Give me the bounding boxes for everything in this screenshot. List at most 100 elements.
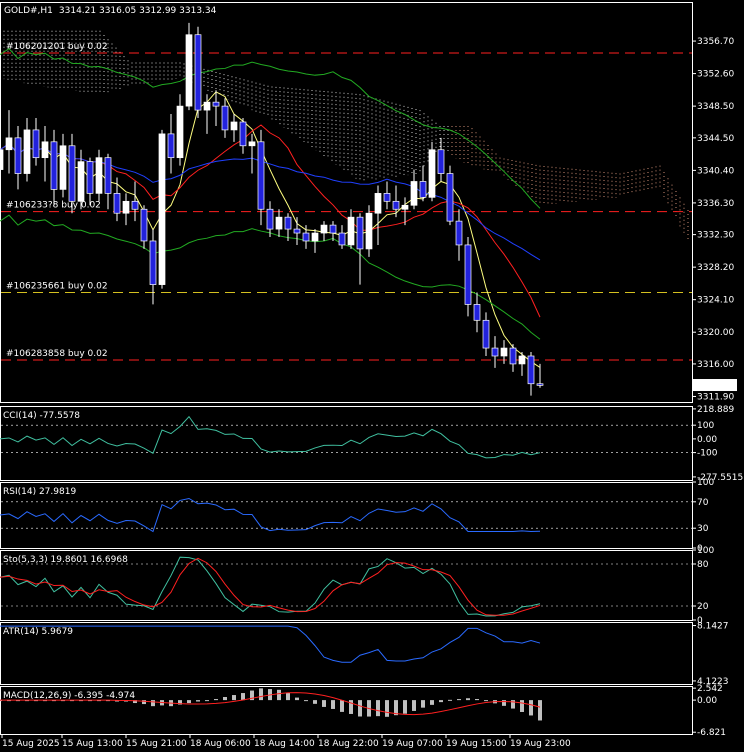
stoch-title: Sto(5,3,3) 19.8601 16.6968 xyxy=(3,555,128,565)
macd-histogram-bar xyxy=(205,700,209,702)
macd-histogram-bar xyxy=(394,700,398,716)
rsi-title: RSI(14) 27.9819 xyxy=(3,487,76,497)
macd-histogram-bar xyxy=(331,700,335,709)
macd-histogram-bar xyxy=(430,700,434,705)
candle-bull xyxy=(275,216,283,230)
candle-bull xyxy=(185,34,193,107)
candle-bear xyxy=(113,193,121,214)
macd-histogram-bar xyxy=(421,700,425,708)
candle-bear xyxy=(482,319,490,349)
cci-title: CCI(14) -77.5578 xyxy=(3,411,80,421)
macd-histogram-bar xyxy=(304,700,308,702)
candle-bull xyxy=(311,232,319,242)
macd-histogram-bar xyxy=(241,693,245,701)
macd-histogram-bar xyxy=(286,692,290,701)
macd-histogram-bar xyxy=(358,700,362,717)
candle-bear xyxy=(419,181,427,198)
candle-bull xyxy=(176,105,184,159)
macd-histogram-bar xyxy=(340,700,344,712)
price-tick-label: 3340.40 xyxy=(697,166,734,176)
current-price-label: 3313.34 xyxy=(697,382,734,392)
macd-histogram-bar xyxy=(322,700,326,707)
candle-bull xyxy=(410,181,418,206)
macd-histogram-bar xyxy=(151,700,155,707)
candle-bear xyxy=(86,161,94,194)
candle-bull xyxy=(41,141,49,159)
price-tick-label: 3311.90 xyxy=(697,392,734,402)
macd-histogram-bar xyxy=(223,697,227,701)
price-tick-label: 3348.50 xyxy=(697,102,734,112)
time-tick-label: 15 Aug 21:00 xyxy=(126,739,187,749)
macd-histogram-bar xyxy=(448,699,452,701)
macd-histogram-bar xyxy=(196,700,200,702)
candle-bear xyxy=(383,193,391,202)
sub-panels: 218.8891000.00-100-277.5515CCI(14) -77.5… xyxy=(0,405,743,738)
macd-histogram-bar xyxy=(295,697,299,701)
time-tick-label: 18 Aug 22:00 xyxy=(318,739,379,749)
cci-tick-label: 218.889 xyxy=(697,405,734,415)
cci-tick-label: 100 xyxy=(697,421,714,431)
macd-histogram-bar xyxy=(385,700,389,717)
candle-bull xyxy=(500,347,508,357)
candle-bear xyxy=(239,121,247,147)
price-axis: 3356.70 3352.60 3348.50 3344.50 3340.40 3336.… xyxy=(692,37,737,402)
candle-bull xyxy=(518,355,526,365)
stoch-tick-label: 80 xyxy=(697,560,709,570)
candle-bull xyxy=(401,204,409,210)
candle-bull xyxy=(59,145,67,190)
candle-bear xyxy=(221,105,229,131)
macd-histogram-bar xyxy=(520,700,524,712)
candle-bear xyxy=(464,244,472,305)
candle-bear xyxy=(527,355,535,385)
candle-bear xyxy=(14,137,22,174)
price-tick-label: 3344.50 xyxy=(697,134,734,144)
macd-tick-label: -6.821 xyxy=(697,728,726,738)
candle-bull xyxy=(320,224,328,234)
candle-bull xyxy=(77,161,85,202)
candle-bear xyxy=(509,347,517,365)
macd-histogram-bar xyxy=(313,700,317,704)
time-tick-label: 15 Aug 13:00 xyxy=(62,739,123,749)
cci-tick-label: -100 xyxy=(697,449,718,459)
macd-histogram-bar xyxy=(484,700,488,702)
time-tick-label: 19 Aug 23:00 xyxy=(510,739,571,749)
atr-panel-frame xyxy=(0,622,693,685)
macd-histogram-bar xyxy=(538,700,542,721)
price-tick-label: 3332.30 xyxy=(697,231,734,241)
candle-bear xyxy=(473,304,481,321)
candle-bull xyxy=(122,200,130,214)
candle-bear xyxy=(50,141,58,190)
rsi-tick-label: 70 xyxy=(697,498,709,508)
time-tick-label: 15 Aug 2025 xyxy=(2,739,60,749)
macd-histogram-bar xyxy=(232,695,236,701)
candle-bull xyxy=(203,101,211,111)
macd-title: MACD(12,26,9) -6.395 -4.974 xyxy=(3,691,135,701)
candle-bull xyxy=(5,137,13,151)
candle-bear xyxy=(194,34,202,111)
candle-bear xyxy=(140,208,148,242)
candle-bear xyxy=(257,141,265,210)
macd-histogram-bar xyxy=(466,698,470,701)
main-panel-frame xyxy=(0,2,693,403)
candle-bear xyxy=(338,232,346,246)
candle-bear xyxy=(293,228,301,234)
order-label: #106235661 buy 0.02 xyxy=(6,282,108,292)
candle-bull xyxy=(248,141,256,147)
cci-tick-label: 0.00 xyxy=(697,435,717,445)
candle-bear xyxy=(491,347,499,357)
candle-bear xyxy=(356,216,364,250)
candle-bear xyxy=(68,145,76,202)
price-tick-label: 3336.30 xyxy=(697,199,734,209)
candle-bull xyxy=(158,133,166,285)
price-tick-label: 3352.60 xyxy=(697,70,734,80)
candle-bull xyxy=(23,129,31,174)
candle-bear xyxy=(392,200,400,210)
candle-bull xyxy=(347,216,355,246)
macd-histogram-bar xyxy=(457,699,461,701)
cci-panel-frame xyxy=(0,406,693,481)
price-tick-label: 3316.00 xyxy=(697,360,734,370)
trading-chart[interactable]: #106201201 buy 0.02 #106233?8 buy 0.02 #10… xyxy=(0,0,744,752)
candle-bull xyxy=(95,157,103,194)
candle-bull xyxy=(230,121,238,131)
candle-bear xyxy=(167,133,175,159)
